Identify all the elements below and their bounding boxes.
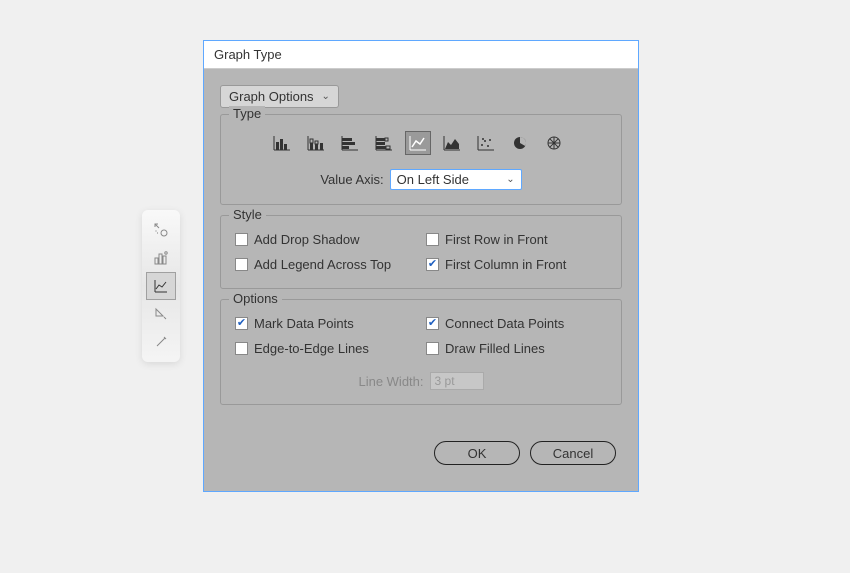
checkbox-label: Mark Data Points — [254, 316, 354, 331]
options-legend: Options — [229, 291, 282, 306]
first-row-front-checkbox[interactable]: First Row in Front — [426, 232, 607, 247]
graph-type-icons — [233, 125, 609, 165]
line-width-input: 3 pt — [430, 372, 484, 390]
mark-data-points-checkbox[interactable]: Mark Data Points — [235, 316, 416, 331]
column-graph-icon[interactable] — [269, 131, 295, 155]
checkbox-label: Add Legend Across Top — [254, 257, 391, 272]
tool-symbol-sprayer-icon[interactable] — [146, 216, 176, 244]
graph-type-dialog: Graph Type Graph Options ⌄ Type — [203, 40, 639, 492]
cancel-button[interactable]: Cancel — [530, 441, 616, 465]
area-graph-icon[interactable] — [439, 131, 465, 155]
type-legend: Type — [229, 106, 265, 121]
edge-to-edge-lines-checkbox[interactable]: Edge-to-Edge Lines — [235, 341, 416, 356]
add-legend-across-top-checkbox[interactable]: Add Legend Across Top — [235, 257, 416, 272]
checkbox-checked-icon — [235, 317, 248, 330]
stacked-column-graph-icon[interactable] — [303, 131, 329, 155]
tool-column-graph-icon[interactable] — [146, 244, 176, 272]
stacked-bar-graph-icon[interactable] — [371, 131, 397, 155]
checkbox-checked-icon — [426, 258, 439, 271]
value-axis-label: Value Axis: — [320, 172, 383, 187]
ok-button[interactable]: OK — [434, 441, 520, 465]
floating-toolbar — [142, 210, 180, 362]
tool-slice-icon[interactable] — [146, 300, 176, 328]
tool-line-graph-icon[interactable] — [146, 272, 176, 300]
checkbox-label: First Row in Front — [445, 232, 548, 247]
type-fieldset: Type — [220, 114, 622, 205]
checkbox-icon — [235, 258, 248, 271]
bar-graph-icon[interactable] — [337, 131, 363, 155]
value-axis-value: On Left Side — [397, 172, 469, 187]
checkbox-label: Edge-to-Edge Lines — [254, 341, 369, 356]
value-axis-select[interactable]: On Left Side ⌄ — [390, 169, 522, 190]
graph-options-label: Graph Options — [229, 89, 314, 104]
checkbox-icon — [426, 233, 439, 246]
checkbox-label: Draw Filled Lines — [445, 341, 545, 356]
pie-graph-icon[interactable] — [507, 131, 533, 155]
line-width-row: Line Width: 3 pt — [233, 372, 609, 390]
style-legend: Style — [229, 207, 266, 222]
checkbox-icon — [426, 342, 439, 355]
dialog-body: Graph Options ⌄ Type — [204, 69, 638, 491]
draw-filled-lines-checkbox[interactable]: Draw Filled Lines — [426, 341, 607, 356]
value-axis-row: Value Axis: On Left Side ⌄ — [233, 165, 609, 190]
checkbox-icon — [235, 342, 248, 355]
dialog-buttons: OK Cancel — [220, 415, 622, 475]
checkbox-label: Connect Data Points — [445, 316, 564, 331]
chevron-down-icon: ⌄ — [506, 174, 514, 185]
line-width-label: Line Width: — [358, 374, 423, 389]
chevron-down-icon: ⌄ — [322, 91, 330, 102]
scatter-graph-icon[interactable] — [473, 131, 499, 155]
connect-data-points-checkbox[interactable]: Connect Data Points — [426, 316, 607, 331]
style-fieldset: Style Add Drop Shadow First Row in Front… — [220, 215, 622, 289]
add-drop-shadow-checkbox[interactable]: Add Drop Shadow — [235, 232, 416, 247]
graph-options-dropdown[interactable]: Graph Options ⌄ — [220, 85, 339, 108]
checkbox-checked-icon — [426, 317, 439, 330]
tool-eyedropper-icon[interactable] — [146, 328, 176, 356]
dialog-title: Graph Type — [214, 47, 282, 62]
checkbox-label: First Column in Front — [445, 257, 566, 272]
options-fieldset: Options Mark Data Points Connect Data Po… — [220, 299, 622, 405]
first-column-front-checkbox[interactable]: First Column in Front — [426, 257, 607, 272]
checkbox-label: Add Drop Shadow — [254, 232, 360, 247]
checkbox-icon — [235, 233, 248, 246]
radar-graph-icon[interactable] — [541, 131, 567, 155]
line-graph-icon[interactable] — [405, 131, 431, 155]
dialog-title-bar: Graph Type — [204, 41, 638, 69]
